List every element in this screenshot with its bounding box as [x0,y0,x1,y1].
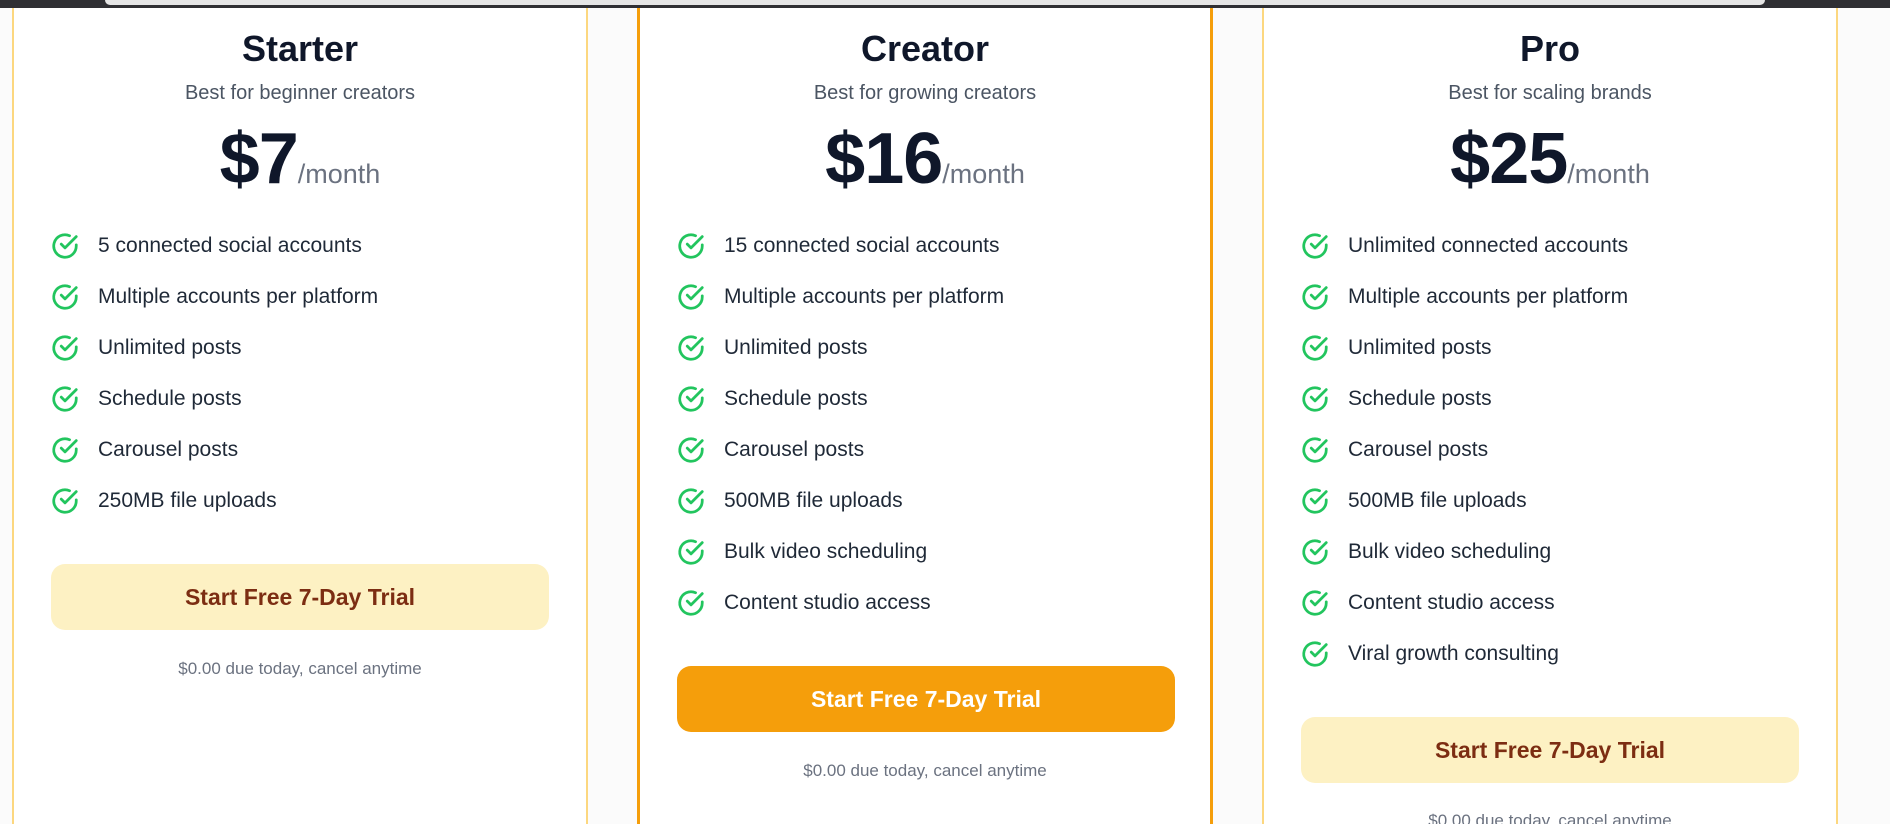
feature-item: 15 connected social accounts [676,220,1004,271]
feature-label: 5 connected social accounts [98,233,362,257]
check-circle-icon [676,486,706,516]
check-circle-icon [1300,333,1330,363]
check-circle-icon [50,435,80,465]
check-circle-icon [676,435,706,465]
feature-label: Schedule posts [1348,386,1492,410]
feature-item: Schedule posts [1300,373,1628,424]
plan-card-creator: Creator Best for growing creators $16/mo… [637,8,1213,824]
feature-label: 500MB file uploads [724,488,903,512]
plan-name: Starter [241,28,359,69]
feature-label: Unlimited connected accounts [1348,233,1629,257]
feature-label: Multiple accounts per platform [1348,284,1629,308]
feature-item: Content studio access [1300,577,1628,628]
feature-item: Bulk video scheduling [1300,526,1628,577]
price-period: /month [1567,159,1650,189]
feature-item: Schedule posts [50,373,378,424]
feature-label: Unlimited posts [98,335,242,359]
check-circle-icon [676,588,706,618]
plan-price: $25 [1450,119,1568,199]
plan-price: $16 [825,119,943,199]
feature-label: Carousel posts [98,437,239,461]
plan-card-starter: Starter Best for beginner creators $7/mo… [12,8,588,824]
feature-item: Bulk video scheduling [676,526,1004,577]
feature-list: Unlimited connected accounts Multiple acc… [1300,220,1628,679]
price-period: /month [942,159,1025,189]
check-circle-icon [1300,588,1330,618]
feature-label: Carousel posts [724,437,865,461]
check-circle-icon [1300,639,1330,669]
check-circle-icon [1300,486,1330,516]
feature-item: Unlimited posts [676,322,1004,373]
plan-subtitle: Best for beginner creators [184,82,416,104]
feature-item: 250MB file uploads [50,475,378,526]
check-circle-icon [676,333,706,363]
plan-price: $7 [219,119,299,199]
start-trial-button[interactable]: Start Free 7-Day Trial [51,564,549,630]
feature-item: 500MB file uploads [676,475,1004,526]
feature-list: 5 connected social accounts Multiple acco… [50,220,378,526]
check-circle-icon [50,384,80,414]
check-circle-icon [1300,537,1330,567]
feature-item: Carousel posts [676,424,1004,475]
feature-item: Content studio access [676,577,1004,628]
check-circle-icon [50,282,80,312]
feature-label: 250MB file uploads [98,488,277,512]
feature-label: Schedule posts [98,386,242,410]
check-circle-icon [1300,384,1330,414]
feature-item: Schedule posts [676,373,1004,424]
billing-note: $0.00 due today, cancel anytime [803,761,1047,780]
check-circle-icon [676,231,706,261]
plan-subtitle: Best for growing creators [813,82,1037,104]
check-circle-icon [676,384,706,414]
feature-label: Carousel posts [1348,437,1489,461]
check-circle-icon [1300,282,1330,312]
feature-item: 500MB file uploads [1300,475,1628,526]
plan-name: Pro [1519,28,1580,69]
plan-name: Creator [860,28,990,69]
feature-label: Schedule posts [724,386,868,410]
plan-subtitle: Best for scaling brands [1448,82,1652,104]
feature-label: 500MB file uploads [1348,488,1527,512]
feature-item: Unlimited posts [1300,322,1628,373]
feature-item: 5 connected social accounts [50,220,378,271]
check-circle-icon [50,486,80,516]
feature-label: Content studio access [1348,590,1555,614]
feature-item: Multiple accounts per platform [50,271,378,322]
feature-item: Carousel posts [50,424,378,475]
feature-label: Viral growth consulting [1348,641,1559,665]
address-bar-edge [105,0,1765,5]
start-trial-button[interactable]: Start Free 7-Day Trial [1301,717,1799,783]
feature-label: Unlimited posts [1348,335,1492,359]
check-circle-icon [50,231,80,261]
start-trial-button[interactable]: Start Free 7-Day Trial [677,666,1175,732]
check-circle-icon [676,282,706,312]
feature-item: Unlimited connected accounts [1300,220,1628,271]
billing-note: $0.00 due today, cancel anytime [1428,811,1672,824]
check-circle-icon [676,537,706,567]
feature-item: Carousel posts [1300,424,1628,475]
billing-note: $0.00 due today, cancel anytime [178,659,422,678]
check-circle-icon [50,333,80,363]
feature-item: Multiple accounts per platform [676,271,1004,322]
feature-list: 15 connected social accounts Multiple acc… [676,220,1004,628]
feature-label: Multiple accounts per platform [98,284,379,308]
feature-label: Unlimited posts [724,335,868,359]
feature-item: Unlimited posts [50,322,378,373]
feature-label: Bulk video scheduling [724,539,928,563]
price-row: $25/month [1264,118,1836,200]
browser-top-bar [0,0,1890,8]
check-circle-icon [1300,231,1330,261]
check-circle-icon [1300,435,1330,465]
price-row: $7/month [14,118,586,200]
price-row: $16/month [640,118,1210,200]
feature-item: Multiple accounts per platform [1300,271,1628,322]
feature-label: Multiple accounts per platform [724,284,1005,308]
plan-card-pro: Pro Best for scaling brands $25/month Un… [1262,8,1838,824]
feature-label: Content studio access [724,590,931,614]
feature-label: Bulk video scheduling [1348,539,1552,563]
feature-label: 15 connected social accounts [724,233,1000,257]
feature-item: Viral growth consulting [1300,628,1628,679]
price-period: /month [297,159,381,189]
